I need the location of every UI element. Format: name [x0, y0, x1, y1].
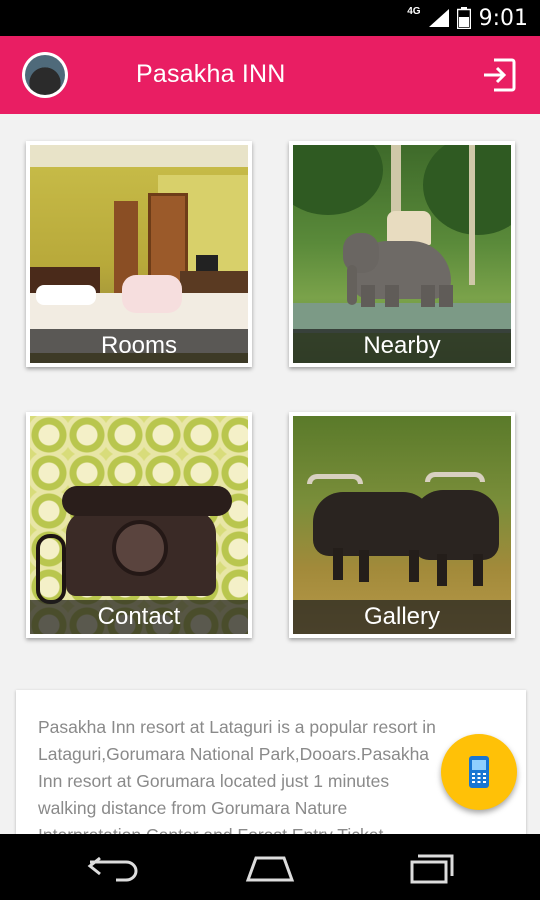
app-title: Pasakha INN: [136, 60, 286, 88]
tile-nearby[interactable]: Nearby: [289, 141, 515, 367]
description-line: Lataguri,Gorumara National Park,Dooars.P…: [38, 744, 430, 764]
gallery-image: Gallery: [293, 416, 511, 634]
avatar-image: [25, 55, 65, 95]
tile-rooms[interactable]: Rooms: [26, 141, 252, 367]
battery-icon: [456, 7, 471, 29]
nearby-image: Nearby: [293, 145, 511, 363]
description-line: Interpretation Center and Forest Entry T…: [38, 822, 504, 834]
contact-image: Contact: [30, 416, 248, 634]
home-icon[interactable]: [242, 852, 298, 884]
main-content: Rooms Nearby Contact Gallery Pasakha Inn…: [0, 114, 540, 834]
logout-icon[interactable]: [480, 56, 518, 94]
tile-label-contact: Contact: [30, 600, 248, 634]
description-line: Inn resort at Gorumara located just 1 mi…: [38, 771, 390, 791]
tile-label-gallery: Gallery: [293, 600, 511, 634]
avatar[interactable]: [22, 52, 68, 98]
description-line: walking distance from Gorumara Nature: [38, 798, 348, 818]
app-bar: Pasakha INN: [0, 36, 540, 114]
tile-contact[interactable]: Contact: [26, 412, 252, 638]
rooms-image: Rooms: [30, 145, 248, 363]
call-fab-button[interactable]: [441, 734, 517, 810]
navigation-bar: [0, 834, 540, 900]
back-icon[interactable]: [86, 852, 142, 884]
network-type-label: 4G: [407, 6, 421, 17]
status-time: 9:01: [478, 5, 528, 31]
description-line: Pasakha Inn resort at Lataguri is a popu…: [38, 717, 436, 737]
tile-label-nearby: Nearby: [293, 329, 511, 363]
status-bar: 4G 9:01: [0, 0, 540, 36]
tile-gallery[interactable]: Gallery: [289, 412, 515, 638]
status-icons: 4G 9:01: [407, 0, 528, 36]
mobile-phone-icon: [469, 756, 489, 788]
tile-label-rooms: Rooms: [30, 329, 248, 363]
recent-apps-icon[interactable]: [400, 852, 456, 884]
signal-icon: [428, 9, 449, 27]
